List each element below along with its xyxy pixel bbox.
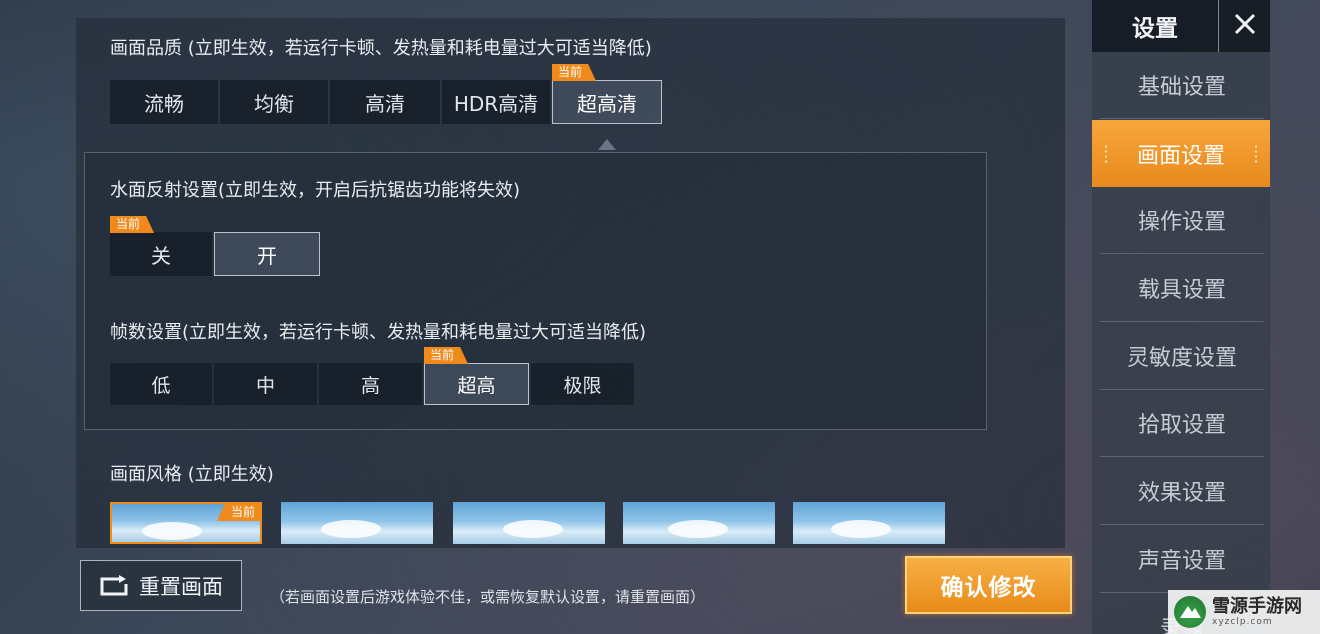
fps-option-label: 超高 <box>457 374 496 397</box>
style-thumbnail-4[interactable] <box>623 502 775 544</box>
close-button[interactable] <box>1218 0 1270 52</box>
sidebar-item-label: 基础设置 <box>1137 75 1226 100</box>
settings-sidebar: 基础设置 画面设置 操作设置 载具设置 灵敏度设置 拾取设置 效果设置 声音设置… <box>1092 52 1270 634</box>
sidebar-item-label: 画面设置 <box>1136 143 1225 169</box>
water-option-off[interactable]: 当前 关 <box>110 216 212 276</box>
sidebar-item-label: 声音设置 <box>1137 549 1226 574</box>
quality-option-smooth[interactable]: 流畅 <box>110 80 218 124</box>
cloud-shape <box>831 520 891 538</box>
sidebar-item-sensitivity[interactable]: 灵敏度设置 <box>1100 323 1264 390</box>
grip-dots <box>1254 144 1258 164</box>
sidebar-item-label: 效果设置 <box>1137 481 1226 506</box>
close-icon <box>1233 12 1257 40</box>
fps-option-label: 低 <box>151 374 171 397</box>
quality-option-label: HDR高清 <box>453 91 539 116</box>
reset-hint: （若画面设置后游戏体验不佳，或需恢复默认设置，请重置画面） <box>270 588 706 606</box>
style-thumbnail-5[interactable] <box>793 502 945 544</box>
water-title: 水面反射设置(立即生效，开启后抗锯齿功能将失效) <box>110 180 521 201</box>
quality-option-label: 流畅 <box>144 91 184 116</box>
watermark-logo-icon <box>1174 596 1206 628</box>
water-option-label: 开 <box>257 243 277 268</box>
water-option-on[interactable]: 开 <box>214 232 320 276</box>
quality-option-label: 超高清 <box>577 91 637 116</box>
style-thumbnail-3[interactable] <box>453 502 605 544</box>
quality-option-hd[interactable]: 高清 <box>330 80 440 124</box>
reset-graphics-button[interactable]: 重置画面 <box>80 560 242 611</box>
fps-option-low[interactable]: 低 <box>110 363 212 405</box>
fps-option-label: 极限 <box>563 374 602 397</box>
fps-option-label: 中 <box>255 374 275 397</box>
cloud-shape <box>321 520 381 538</box>
reset-icon <box>99 574 129 597</box>
quality-title: 画面品质 (立即生效，若运行卡顿、发热量和耗电量过大可适当降低) <box>110 38 652 59</box>
cloud-shape <box>503 520 563 538</box>
fps-option-extreme[interactable]: 极限 <box>531 363 634 405</box>
grip-dots <box>1104 144 1108 164</box>
sidebar-item-vehicle[interactable]: 载具设置 <box>1100 255 1264 322</box>
sidebar-item-basic[interactable]: 基础设置 <box>1100 52 1264 119</box>
quality-option-hdr[interactable]: HDR高清 <box>442 80 550 124</box>
settings-header: 设置 <box>1092 0 1270 52</box>
pointer-arrow <box>598 139 616 150</box>
confirm-changes-button[interactable]: 确认修改 <box>905 556 1072 614</box>
cloud-shape <box>142 522 202 540</box>
fps-option-medium[interactable]: 中 <box>214 363 317 405</box>
confirm-label: 确认修改 <box>940 575 1037 601</box>
water-option-label: 关 <box>151 243 171 268</box>
fps-option-label: 高 <box>360 374 380 397</box>
sidebar-item-sound[interactable]: 声音设置 <box>1100 526 1264 593</box>
sidebar-item-pickup[interactable]: 拾取设置 <box>1100 390 1264 457</box>
water-selector: 当前 关 开 <box>110 216 320 276</box>
fps-selector: 低 中 高 当前 超高 极限 <box>110 347 634 405</box>
sidebar-item-controls[interactable]: 操作设置 <box>1100 187 1264 254</box>
sidebar-item-effects[interactable]: 效果设置 <box>1100 458 1264 525</box>
fps-title: 帧数设置(立即生效，若运行卡顿、发热量和耗电量过大可适当降低) <box>110 322 647 343</box>
sidebar-item-label: 操作设置 <box>1137 210 1226 235</box>
quality-selector: 流畅 均衡 高清 HDR高清 当前 超高清 <box>110 64 662 124</box>
style-thumbnail-1[interactable]: 当前 <box>110 502 262 544</box>
quality-option-ultra[interactable]: 当前 超高清 <box>552 64 662 124</box>
fps-option-ultra[interactable]: 当前 超高 <box>424 347 529 405</box>
watermark-url: xyzclp.com <box>1212 616 1273 627</box>
quality-option-balanced[interactable]: 均衡 <box>220 80 328 124</box>
site-watermark: 雪源手游网 xyzclp.com <box>1168 590 1320 634</box>
reset-label: 重置画面 <box>139 574 223 599</box>
sidebar-item-graphics[interactable]: 画面设置 <box>1092 120 1270 187</box>
style-title: 画面风格 (立即生效) <box>110 464 274 485</box>
quality-option-label: 高清 <box>365 91 405 116</box>
settings-title: 设置 <box>1132 16 1178 42</box>
sidebar-item-label: 灵敏度设置 <box>1126 346 1237 371</box>
quality-option-label: 均衡 <box>254 91 294 116</box>
sidebar-item-label: 载具设置 <box>1137 278 1226 303</box>
cloud-shape <box>668 520 728 538</box>
fps-option-high[interactable]: 高 <box>319 363 422 405</box>
watermark-title: 雪源手游网 <box>1212 595 1302 617</box>
sidebar-item-label: 拾取设置 <box>1137 413 1226 438</box>
current-badge: 当前 <box>216 504 260 521</box>
style-thumbnail-2[interactable] <box>281 502 433 544</box>
